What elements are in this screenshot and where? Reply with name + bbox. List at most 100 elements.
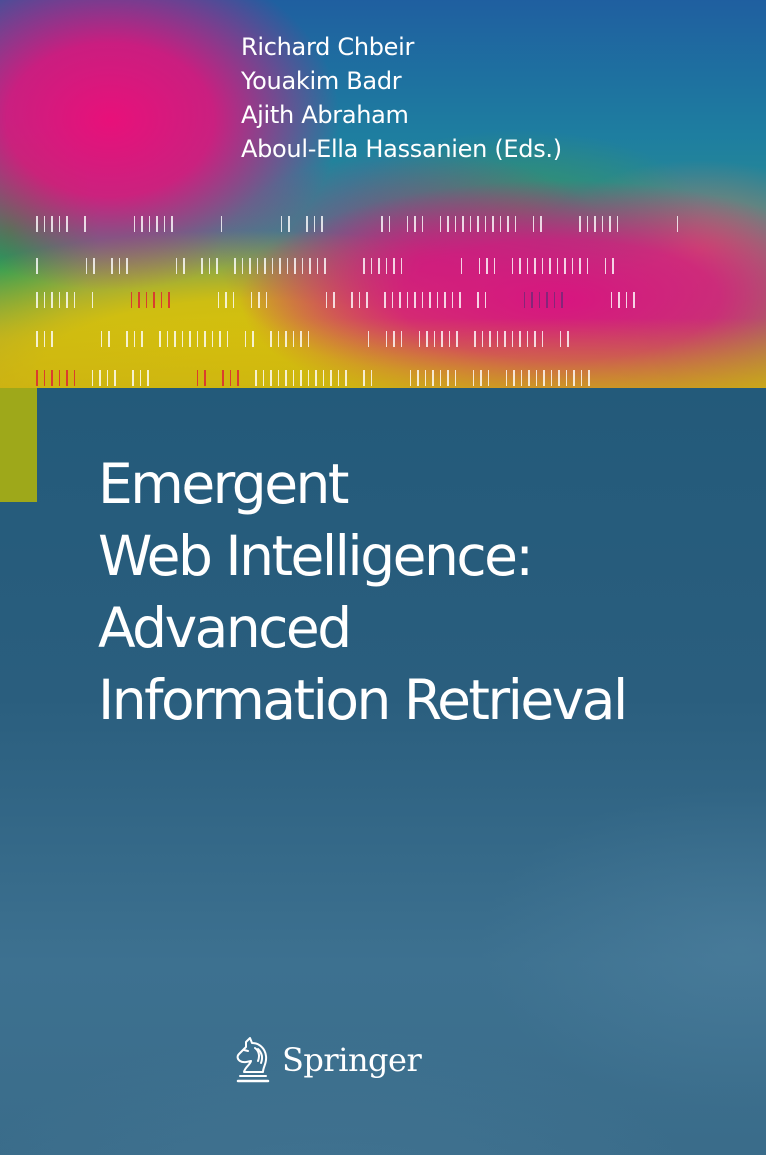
- barcode-tick: [270, 216, 272, 232]
- barcode-tick: [264, 258, 266, 274]
- barcode-tick: [526, 331, 528, 347]
- barcode-tick: [51, 216, 53, 232]
- barcode-tick: [73, 292, 75, 308]
- barcode-tick: [81, 292, 83, 308]
- barcode-tick: [186, 370, 188, 386]
- barcode-tick: [166, 331, 168, 347]
- barcode-tick: [153, 292, 155, 308]
- barcode-tick: [66, 370, 68, 386]
- barcode-tick: [249, 258, 251, 274]
- barcode-tick: [43, 370, 45, 386]
- editor-name: Youakim Badr: [241, 67, 402, 95]
- barcode-tick: [396, 216, 398, 232]
- barcode-tick: [472, 370, 474, 386]
- barcode-tick: [635, 216, 637, 232]
- barcode-tick: [586, 216, 588, 232]
- barcode-tick: [73, 370, 75, 386]
- editor-name: Aboul-Ella Hassanien (Eds.): [241, 135, 562, 163]
- barcode-tick: [513, 292, 515, 308]
- barcode-tick: [237, 370, 239, 386]
- barcode-tick: [549, 258, 551, 274]
- barcode-tick: [370, 258, 372, 274]
- barcode-tick: [484, 216, 486, 232]
- barcode-tick: [561, 292, 563, 308]
- barcode-tick: [155, 258, 157, 274]
- barcode-tick: [99, 370, 101, 386]
- barcode-tick: [101, 258, 103, 274]
- barcode-tick: [400, 258, 402, 274]
- barcode-tick: [100, 331, 102, 347]
- barcode-tick: [337, 370, 339, 386]
- barcode-tick: [120, 292, 122, 308]
- barcode-tick: [414, 292, 416, 308]
- barcode-tick: [207, 292, 209, 308]
- barcode-tick: [496, 331, 498, 347]
- barcode-tick: [444, 292, 446, 308]
- barcode-tick: [448, 331, 450, 347]
- barcode-tick: [156, 216, 158, 232]
- barcode-tick: [220, 216, 222, 232]
- barcode-tick: [341, 292, 343, 308]
- barcode-tick: [244, 331, 246, 347]
- barcode-tick: [534, 331, 536, 347]
- barcode-tick: [43, 331, 45, 347]
- barcode-tick: [256, 258, 258, 274]
- barcode-tick: [118, 258, 120, 274]
- barcode-tick: [543, 370, 545, 386]
- barcode-tick: [541, 258, 543, 274]
- barcode-tick: [141, 216, 143, 232]
- barcode-tick: [569, 216, 571, 232]
- barcode-tick: [625, 292, 627, 308]
- barcode-tick: [567, 331, 569, 347]
- barcode-tick: [58, 216, 60, 232]
- barcode-tick: [441, 331, 443, 347]
- barcode-tick: [75, 258, 77, 274]
- barcode-tick: [531, 292, 533, 308]
- title-line: Advanced: [98, 596, 352, 660]
- barcode-tick: [292, 370, 294, 386]
- barcode-tick: [393, 258, 395, 274]
- barcode-tick: [126, 331, 128, 347]
- barcode-tick: [123, 216, 125, 232]
- barcode-tick: [378, 370, 380, 386]
- barcode-tick: [633, 292, 635, 308]
- barcode-tick: [294, 258, 296, 274]
- barcode-tick: [447, 370, 449, 386]
- barcode-tick: [260, 331, 262, 347]
- barcode-tick: [363, 370, 365, 386]
- barcode-tick: [307, 331, 309, 347]
- barcode-tick: [306, 216, 308, 232]
- barcode-tick: [90, 331, 92, 347]
- barcode-tick: [418, 331, 420, 347]
- barcode-tick: [406, 216, 408, 232]
- barcode-tick: [273, 292, 275, 308]
- barcode-tick: [601, 216, 603, 232]
- barcode-row: [36, 258, 766, 274]
- barcode-tick: [51, 370, 53, 386]
- barcode-tick: [429, 292, 431, 308]
- barcode-tick: [36, 258, 38, 274]
- barcode-tick: [228, 216, 230, 232]
- barcode-tick: [486, 258, 488, 274]
- barcode-tick: [191, 258, 193, 274]
- barcode-tick: [239, 216, 241, 232]
- barcode-tick: [399, 292, 401, 308]
- barcode-tick: [439, 370, 441, 386]
- barcode-tick: [159, 331, 161, 347]
- barcode-tick: [329, 216, 331, 232]
- barcode-tick: [351, 292, 353, 308]
- barcode-tick: [322, 370, 324, 386]
- barcode-tick: [110, 292, 112, 308]
- barcode-tick: [74, 216, 76, 232]
- barcode-tick: [546, 292, 548, 308]
- barcode-tick: [459, 292, 461, 308]
- barcode-tick: [332, 258, 334, 274]
- barcode-tick: [139, 370, 141, 386]
- barcode-tick: [511, 331, 513, 347]
- barcode-tick: [175, 258, 177, 274]
- barcode-tick: [522, 216, 524, 232]
- barcode-tick: [424, 370, 426, 386]
- barcode-tick: [484, 292, 486, 308]
- barcode-tick: [133, 331, 135, 347]
- publisher-logo: Springer: [232, 1036, 422, 1084]
